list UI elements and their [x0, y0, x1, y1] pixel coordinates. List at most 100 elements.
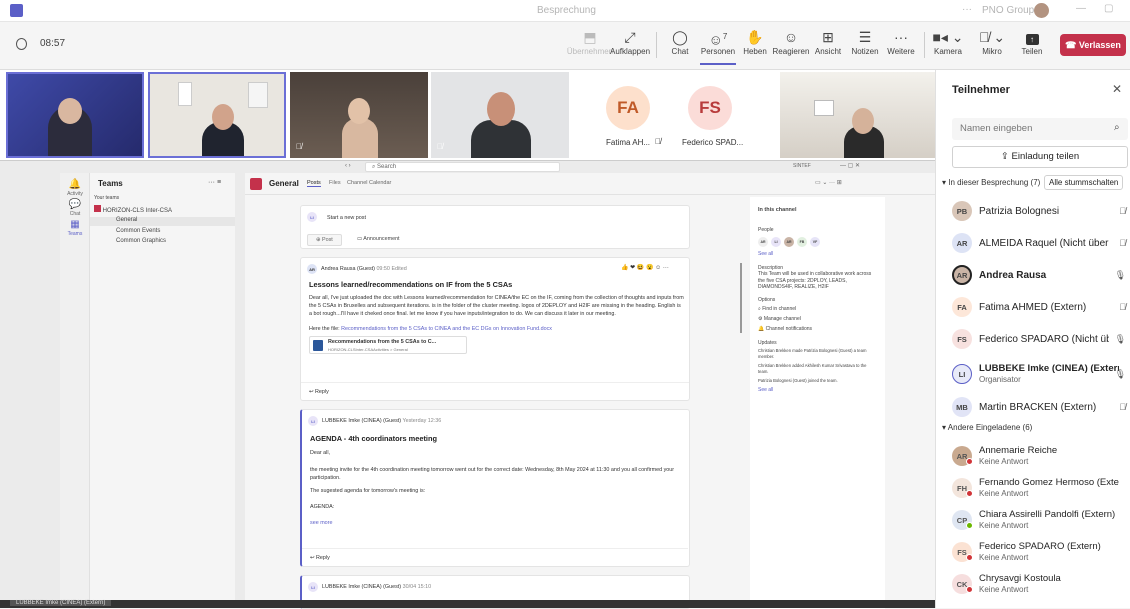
share-invite-button[interactable]: ⇪ Einladung teilen — [952, 146, 1128, 168]
mic-button[interactable]: 🎙̸ ⌄ Mikro — [976, 27, 1008, 65]
mic-off-icon: 🎙̸ — [1119, 206, 1126, 216]
channel-graphics[interactable]: Common Graphics — [116, 238, 166, 244]
window-controls: — ▢ ✕ — [840, 163, 861, 169]
expand-button[interactable]: ⤢ Aufklappen — [610, 27, 650, 65]
raise-hand-icon: ✋ — [746, 29, 764, 45]
mic-off-icon: 🎙̸ — [296, 142, 302, 151]
user-avatar[interactable] — [1034, 3, 1049, 18]
invited-row[interactable]: CK Chrysavgi Kostoula Keine Antwort — [952, 572, 1128, 598]
reply-button[interactable]: ↩ Reply — [302, 548, 688, 566]
participant-name: Federico SPADARO (Extern) — [979, 541, 1101, 552]
avatar: AR — [307, 264, 317, 274]
teams-options-icon[interactable]: ··· ≡ — [208, 179, 221, 186]
rail-chat[interactable]: 💬 Chat — [60, 199, 90, 217]
share-button[interactable]: ↑ Teilen — [1018, 27, 1046, 65]
mic-off-icon: 🎙̸ ⌄ — [978, 29, 1006, 45]
channel-events[interactable]: Common Events — [116, 228, 160, 234]
react-button[interactable]: ☺ Reagieren — [772, 27, 810, 65]
manage-channel[interactable]: ⚙ Manage channel — [758, 316, 877, 322]
taskbar: LUBBEKE Imke (CINEA) (Extern) — [0, 600, 935, 608]
see-all-link[interactable]: See all — [758, 251, 877, 257]
takeover-button[interactable]: ⬒ Übernehmen — [565, 27, 615, 65]
scrollbar[interactable] — [740, 263, 742, 333]
video-tile-4[interactable]: 🎙̸ — [431, 72, 569, 158]
avatar-tile-fs[interactable]: FS Federico SPAD... — [668, 72, 768, 158]
person-face — [348, 98, 370, 124]
find-in-channel[interactable]: ⌕ Find in channel — [758, 306, 877, 312]
shared-screen: ‹ › ⌕ Search SINTEF — ▢ ✕ 🔔 Activity 💬 Cha… — [0, 160, 935, 609]
view-button[interactable]: ⊞ Ansicht — [814, 27, 842, 65]
leave-button[interactable]: ☎ Verlassen — [1060, 34, 1126, 56]
person-face — [212, 104, 234, 130]
minimize-icon[interactable]: — — [1076, 3, 1086, 14]
maximize-icon[interactable]: ▢ — [1104, 3, 1113, 14]
rail-teams[interactable]: ▦ Teams — [60, 219, 90, 237]
participant-row[interactable]: PB Patrizia Bolognesi 🎙̸ — [952, 199, 1128, 225]
notes-button[interactable]: ☰ Notizen — [848, 27, 882, 65]
taskbar-label: LUBBEKE Imke (CINEA) (Extern) — [10, 600, 112, 606]
participant-row[interactable]: LI LUBBEKE Imke (CINEA) (Extern) Organisat… — [952, 362, 1128, 388]
video-tile-2[interactable] — [148, 72, 286, 158]
video-tile-3[interactable]: 🎙̸ — [290, 72, 428, 158]
name-search-input[interactable]: Namen eingeben ⌕ — [952, 118, 1128, 140]
your-teams-label: Your teams — [94, 195, 120, 201]
video-tile-5[interactable] — [780, 72, 935, 158]
tab-posts[interactable]: Posts — [307, 180, 321, 187]
mute-all-button[interactable]: Alle stummschalten — [1044, 175, 1124, 190]
participant-row[interactable]: AR Andrea Rausa 🎙 — [952, 263, 1128, 289]
camera-button[interactable]: ■◂ ⌄ Kamera — [932, 27, 964, 65]
meeting-toolbar: 08:57 ⬒ Übernehmen ⤢ Aufklappen ◯ Chat ☺7 Pe… — [0, 22, 1130, 70]
teams-icon: ▦ — [70, 219, 80, 230]
avatar-tile-fa[interactable]: FA Fatima AH... 🎙̸ — [575, 72, 667, 158]
in-meeting-section[interactable]: ▾ In dieser Besprechung (7) — [942, 178, 1040, 187]
invited-row[interactable]: AR Annemarie Reiche Keine Antwort — [952, 444, 1128, 470]
raise-hand-button[interactable]: ✋ Heben — [742, 27, 768, 65]
person-face — [58, 98, 82, 124]
chat-button[interactable]: ◯ Chat — [666, 27, 694, 65]
invited-row[interactable]: CP Chiara Assirelli Pandolfi (Extern) Kein… — [952, 508, 1128, 534]
tab-calendar[interactable]: Channel Calendar — [347, 180, 391, 186]
post-body: the meeting invite for the 4th coordinat… — [310, 467, 675, 481]
channel-general[interactable]: General — [90, 217, 235, 226]
post-button[interactable]: ⊕ Post — [307, 234, 342, 246]
team-item[interactable]: HORIZON-CLS Inter-CSA — [94, 205, 232, 214]
participant-row[interactable]: MB Martin BRACKEN (Extern) 🎙̸ — [952, 395, 1128, 421]
more-button[interactable]: ··· Weitere — [886, 27, 916, 65]
people-button[interactable]: ☺7 Personen — [700, 27, 736, 65]
announcement-button[interactable]: ▭ Announcement — [353, 234, 404, 244]
participant-name: LUBBEKE Imke (CINEA) (Extern) — [979, 363, 1119, 374]
more-options-icon[interactable]: ··· — [962, 4, 972, 15]
attachment-name: Recommendations from the 5 CSAs to C... — [328, 339, 437, 345]
new-post-card[interactable]: LI Start a new post ⊕ Post ▭ Announcemen… — [300, 205, 690, 249]
channel-notifications[interactable]: 🔔 Channel notifications — [758, 326, 877, 332]
search-placeholder: Namen eingeben — [960, 123, 1033, 134]
video-tile-1[interactable] — [6, 72, 144, 158]
file-link[interactable]: Recommendations from the 5 CSAs to CINEA… — [341, 326, 552, 332]
see-all-link[interactable]: See all — [758, 387, 877, 393]
see-more-link[interactable]: see more — [310, 520, 332, 526]
invited-row[interactable]: FH Fernando Gomez Hermoso (Extern) Keine A… — [952, 476, 1128, 502]
post-author: Andrea Rausa (Guest) 09:50 Edited — [321, 266, 407, 272]
participant-row[interactable]: FS Federico SPADARO (Nicht übe... 🎙 — [952, 327, 1128, 353]
reactions[interactable]: 👍 ❤ 😆 😮 ☺ ··· — [621, 264, 669, 271]
shared-search[interactable]: ⌕ Search — [365, 162, 560, 172]
header-actions[interactable]: ▭ ⌄ ··· ⊞ — [815, 179, 842, 186]
close-icon[interactable]: ✕ — [1112, 82, 1122, 96]
participant-row[interactable]: FA Fatima AHMED (Extern) 🎙̸ — [952, 295, 1128, 321]
invited-section[interactable]: ▾ Andere Eingeladene (6) — [942, 423, 1032, 432]
participant-name: Chrysavgi Kostoula — [979, 573, 1061, 584]
avatar: FS — [688, 86, 732, 130]
camera-icon: ■◂ ⌄ — [932, 29, 964, 45]
tab-files[interactable]: Files — [329, 180, 341, 186]
channel-info-panel: In this channel People AR LI AR FB VF Se… — [750, 197, 885, 609]
participant-row[interactable]: AR ALMEIDA Raquel (Nicht überp... 🎙̸ — [952, 231, 1128, 257]
chat-icon: 💬 — [68, 199, 82, 210]
reply-button[interactable]: ↩ Reply — [301, 382, 689, 400]
attachment-card[interactable]: Recommendations from the 5 CSAs to C... … — [309, 336, 467, 354]
org-name[interactable]: PNO Group — [982, 5, 1034, 16]
chat-icon: ◯ — [672, 29, 688, 45]
search-icon: ⌕ — [1114, 122, 1120, 133]
search-icon: ⌕ — [758, 305, 761, 312]
invited-row[interactable]: FS Federico SPADARO (Extern) Keine Antwort — [952, 540, 1128, 566]
rail-activity[interactable]: 🔔 Activity — [60, 179, 90, 197]
